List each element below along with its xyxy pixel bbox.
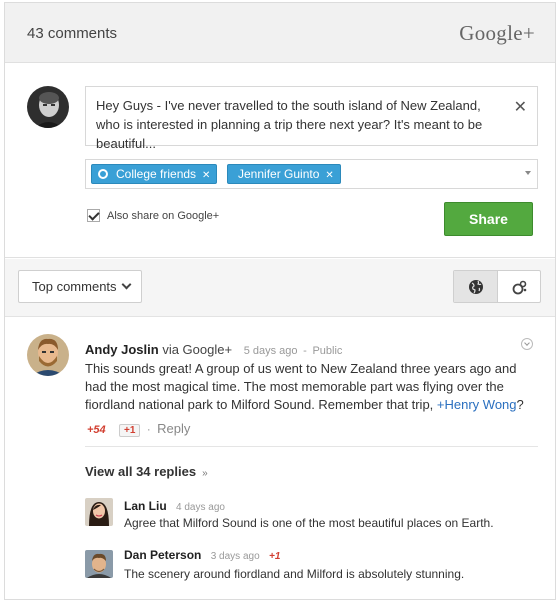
comment-author-line: Andy Joslin via Google+ 5 days ago - Pub…: [85, 342, 342, 357]
comment-author-name[interactable]: Andy Joslin: [85, 342, 159, 357]
recipient-chip-label: Jennifer Guinto: [238, 167, 320, 181]
comment-composer: Hey Guys - I've never travelled to the s…: [5, 64, 555, 258]
comment-draft-input[interactable]: Hey Guys - I've never travelled to the s…: [85, 86, 538, 151]
sort-select-value: Top comments: [32, 279, 117, 294]
meta-separator: -: [303, 345, 307, 357]
sort-bar: Top comments: [5, 259, 555, 317]
separator-dot: ·: [146, 422, 151, 436]
mention-link[interactable]: +Henry Wong: [437, 397, 517, 412]
reply-author-name[interactable]: Dan Peterson: [124, 548, 201, 562]
chevron-down-icon: [121, 279, 132, 290]
comment-via: via Google+: [162, 342, 233, 357]
also-share-label: Also share on Google+: [107, 210, 220, 222]
remove-chip-icon[interactable]: ✕: [202, 170, 210, 181]
view-toggle: [453, 270, 541, 303]
comment-body: This sounds great! A group of us went to…: [85, 360, 535, 414]
close-icon[interactable]: ✕: [514, 97, 527, 116]
current-user-avatar: [27, 86, 69, 128]
comment-menu-icon[interactable]: [521, 338, 533, 350]
globe-view-button[interactable]: [454, 271, 498, 302]
google-plus-logo: Google+: [459, 21, 535, 45]
sort-select[interactable]: Top comments: [18, 270, 142, 303]
reply-author-name[interactable]: Lan Liu: [124, 499, 167, 513]
comment-text-tail: ?: [516, 397, 524, 412]
reply-time[interactable]: 4 days ago: [176, 502, 225, 513]
divider: [85, 446, 538, 447]
recipient-chip-label: College friends: [116, 167, 197, 181]
recipient-chip-person[interactable]: Jennifer Guinto ✕: [227, 164, 341, 184]
reply-author-line: Dan Peterson 3 days ago +1: [124, 548, 280, 562]
widget-header: 43 comments Google+: [5, 3, 555, 63]
also-share-checkbox[interactable]: [87, 209, 100, 222]
recipients-field[interactable]: College friends ✕ Jennifer Guinto ✕: [85, 159, 538, 189]
comment-author-avatar[interactable]: [27, 334, 69, 376]
links-view-button[interactable]: [498, 271, 540, 302]
reply-author-line: Lan Liu 4 days ago: [124, 499, 225, 513]
comment-time[interactable]: 5 days ago: [244, 345, 298, 357]
links-icon: [512, 280, 527, 294]
reply-time[interactable]: 3 days ago: [211, 551, 260, 562]
globe-icon: [468, 279, 483, 294]
comments-widget: 43 comments Google+ Hey Guys - I've neve…: [4, 2, 556, 600]
double-chevron-down-icon: »: [202, 468, 208, 479]
draft-text: Hey Guys - I've never travelled to the s…: [96, 98, 483, 151]
recipients-dropdown-icon[interactable]: [525, 171, 531, 175]
reply-plus-count[interactable]: +1: [269, 551, 280, 562]
circle-icon: [98, 169, 108, 179]
share-button[interactable]: Share: [444, 202, 533, 236]
comment-actions: +54 +1 · Reply: [87, 421, 190, 437]
reply-text: Agree that Milford Sound is one of the m…: [124, 516, 494, 530]
reply-author-avatar[interactable]: [85, 498, 113, 526]
comment-visibility: Public: [312, 345, 343, 357]
comment-count: 43 comments: [27, 25, 118, 42]
reply-text: The scenery around fiordland and Milford…: [124, 567, 465, 581]
recipient-chip-circle[interactable]: College friends ✕: [91, 164, 218, 184]
view-all-replies-link[interactable]: View all 34 replies »: [85, 464, 208, 479]
comments-list: Andy Joslin via Google+ 5 days ago - Pub…: [5, 318, 555, 599]
remove-chip-icon[interactable]: ✕: [325, 170, 333, 181]
plus-one-count[interactable]: +54: [87, 424, 106, 436]
view-all-replies-label: View all 34 replies: [85, 464, 197, 479]
reply-link[interactable]: Reply: [157, 421, 190, 436]
reply-author-avatar[interactable]: [85, 550, 113, 578]
plus-one-button[interactable]: +1: [119, 424, 141, 437]
